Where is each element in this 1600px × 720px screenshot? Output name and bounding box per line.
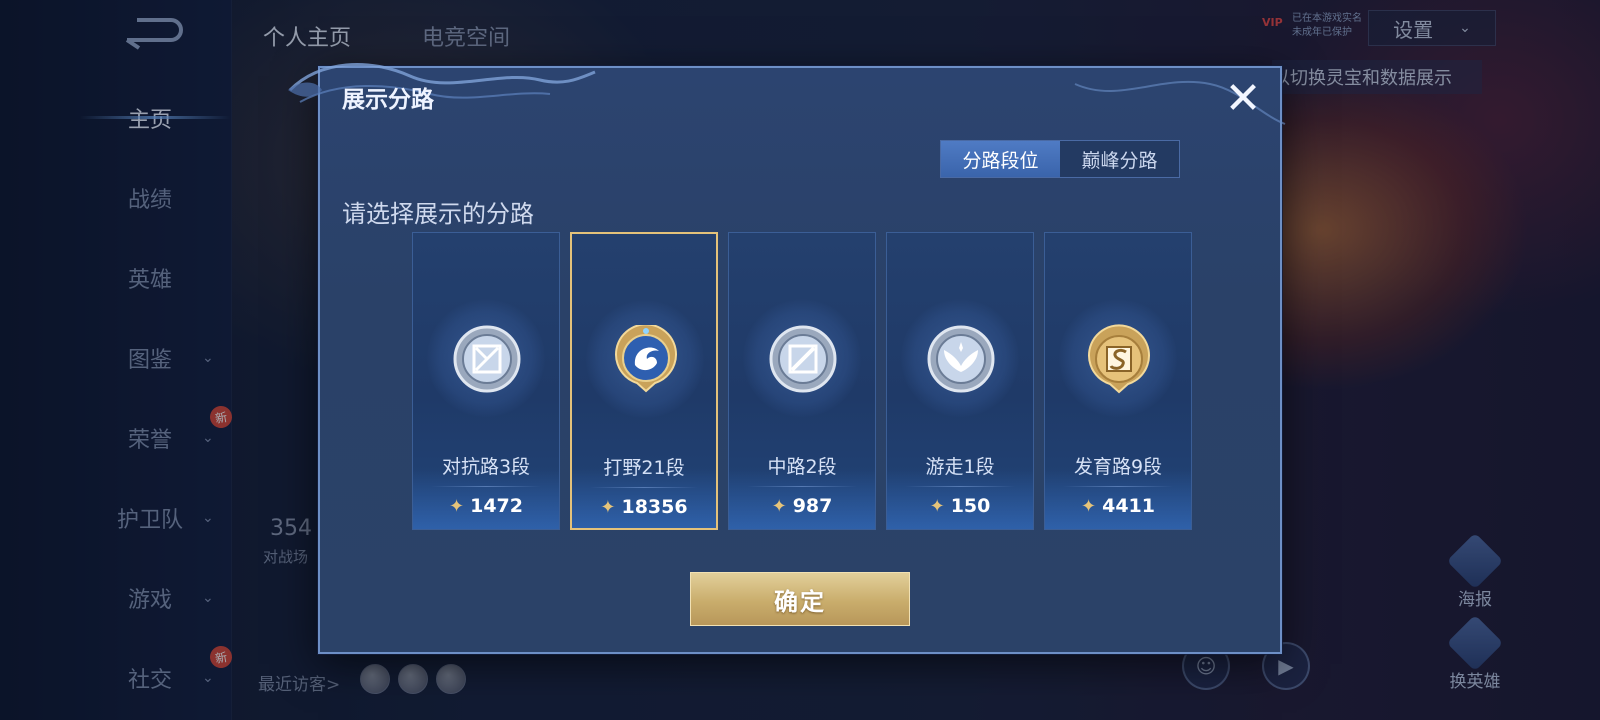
score-icon: ✦ (449, 495, 465, 517)
lane-score-value: 18356 (621, 496, 688, 518)
score-icon: ✦ (1081, 495, 1097, 517)
lane-card-mid[interactable]: 中路2段 ✦ 987 (728, 232, 876, 530)
divider (747, 486, 857, 487)
score-icon: ✦ (929, 495, 945, 517)
select-prompt: 请选择展示的分路 (342, 200, 534, 228)
lane-score: ✦ 18356 (572, 496, 716, 518)
lane-score-value: 4411 (1102, 495, 1155, 517)
score-icon: ✦ (600, 496, 616, 518)
close-x-icon[interactable]: ✕ (1220, 76, 1266, 122)
lane-score-value: 1472 (470, 495, 523, 517)
lane-score-value: 987 (792, 495, 833, 517)
lane-label: 游走1段 (925, 456, 995, 478)
tab-peak-lane[interactable]: 巅峰分路 (1060, 141, 1179, 177)
lane-score: ✦ 4411 (1045, 495, 1191, 517)
lane-card-jungle[interactable]: 打野21段 ✦ 18356 (570, 232, 718, 530)
lane-label: 对抗路3段 (441, 456, 531, 478)
lane-label: 中路2段 (767, 456, 837, 478)
farm-lane-emblem-icon (1084, 324, 1154, 394)
lane-score: ✦ 987 (729, 495, 875, 517)
clash-lane-emblem-icon (452, 324, 522, 394)
lane-label: 打野21段 (603, 457, 685, 479)
lane-card-roam[interactable]: 游走1段 ✦ 150 (886, 232, 1034, 530)
divider (1063, 486, 1173, 487)
lane-display-dialog: 展示分路 ✕ 分路段位 巅峰分路 请选择展示的分路 对抗路3段 ✦ 1472 打… (288, 62, 1286, 654)
lane-card-farm[interactable]: 发育路9段 ✦ 4411 (1044, 232, 1192, 530)
score-icon: ✦ (771, 495, 787, 517)
lane-label: 发育路9段 (1073, 456, 1163, 478)
dialog-title: 展示分路 (342, 87, 434, 113)
lane-score: ✦ 1472 (413, 495, 559, 517)
mid-lane-emblem-icon (768, 324, 838, 394)
lane-score: ✦ 150 (887, 495, 1033, 517)
lane-score-value: 150 (950, 495, 991, 517)
divider (590, 487, 698, 488)
lane-mode-toggle: 分路段位 巅峰分路 (940, 140, 1180, 178)
jungle-dragon-emblem-icon (611, 325, 681, 395)
confirm-button[interactable]: 确定 (690, 572, 910, 626)
lane-card-clash[interactable]: 对抗路3段 ✦ 1472 (412, 232, 560, 530)
roam-wings-emblem-icon (926, 324, 996, 394)
tab-lane-rank[interactable]: 分路段位 (941, 141, 1060, 177)
divider (905, 486, 1015, 487)
divider (431, 486, 541, 487)
